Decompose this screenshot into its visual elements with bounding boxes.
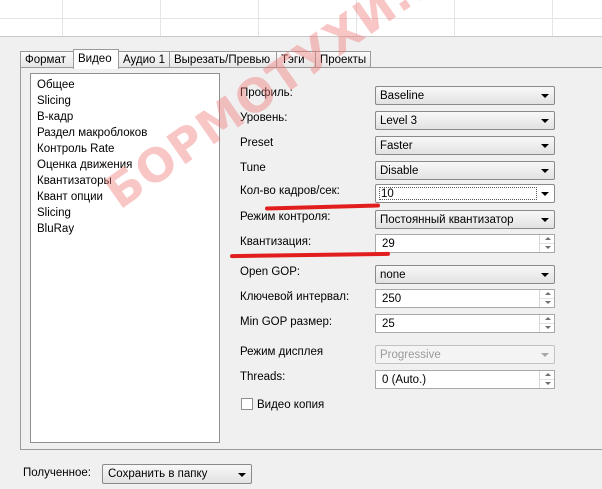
threads-label: Threads: — [240, 371, 286, 383]
display-mode-label: Режим дисплея — [240, 346, 324, 358]
keyframe-interval-spinner[interactable]: 250 — [375, 289, 555, 308]
keyframe-interval-label: Ключевой интервал: — [240, 291, 350, 303]
preset-select[interactable]: Faster — [375, 136, 555, 155]
open-gop-value: none — [380, 269, 406, 281]
min-gop-spinner[interactable]: 25 — [375, 314, 555, 333]
output-label: Полученное: — [23, 467, 91, 479]
open-gop-select[interactable]: none — [375, 265, 555, 284]
chevron-down-icon — [541, 273, 549, 277]
chevron-down-icon — [541, 192, 549, 196]
control-mode-label: Режим контроля: — [240, 211, 331, 223]
arrow-down-icon[interactable] — [545, 382, 551, 385]
spin-buttons[interactable] — [539, 235, 554, 252]
arrow-up-icon[interactable] — [545, 373, 551, 376]
threads-value: 0 (Auto.) — [382, 374, 427, 386]
output-value: Сохранить в папку — [108, 468, 208, 480]
chevron-down-icon — [541, 144, 549, 148]
list-item-bluray[interactable]: BluRay — [37, 221, 74, 237]
chevron-down-icon — [238, 473, 246, 477]
fps-value: 10 — [381, 188, 394, 200]
list-item-slicing[interactable]: Slicing — [37, 93, 71, 109]
arrow-up-icon[interactable] — [545, 292, 551, 295]
preset-value: Faster — [380, 140, 413, 152]
list-item-quant-options[interactable]: Квант опции — [37, 189, 103, 205]
tune-select[interactable]: Disable — [375, 161, 555, 180]
control-mode-select[interactable]: Постоянный квантизатор — [375, 210, 555, 229]
list-item-rate-control[interactable]: Контроль Rate — [37, 141, 114, 157]
level-select[interactable]: Level 3 — [375, 111, 555, 130]
chevron-down-icon — [541, 119, 549, 123]
quantization-label: Квантизация: — [240, 236, 312, 248]
tune-label: Tune — [240, 162, 266, 174]
threads-spinner[interactable]: 0 (Auto.) — [375, 370, 555, 389]
tab-format[interactable]: Формат — [20, 51, 74, 67]
arrow-up-icon[interactable] — [545, 317, 551, 320]
chevron-down-icon — [541, 353, 549, 357]
list-item-b-frame[interactable]: B-кадр — [37, 109, 73, 125]
profile-value: Baseline — [380, 90, 425, 102]
spin-buttons[interactable] — [539, 290, 554, 307]
display-mode-select: Progressive — [375, 345, 555, 364]
list-item-slicing-2[interactable]: Slicing — [37, 205, 71, 221]
arrow-down-icon[interactable] — [545, 326, 551, 329]
control-mode-value: Постоянный квантизатор — [380, 214, 514, 226]
min-gop-label: Min GOP размер: — [240, 316, 333, 328]
arrow-down-icon[interactable] — [545, 246, 551, 249]
spin-buttons[interactable] — [539, 371, 554, 388]
quantization-spinner[interactable]: 29 — [375, 234, 555, 253]
video-copy-checkbox[interactable] — [241, 398, 253, 410]
tab-audio-1[interactable]: Аудио 1 — [118, 51, 170, 67]
keyframe-interval-value: 250 — [382, 293, 402, 305]
arrow-down-icon[interactable] — [545, 301, 551, 304]
chevron-down-icon — [541, 169, 549, 173]
chevron-down-icon — [541, 218, 549, 222]
arrow-up-icon[interactable] — [545, 237, 551, 240]
fps-label: Кол-во кадров/сек: — [240, 185, 340, 197]
open-gop-label: Open GOP: — [240, 266, 301, 278]
level-value: Level 3 — [380, 115, 418, 127]
quantization-value: 29 — [382, 238, 395, 250]
preset-label: Preset — [240, 137, 274, 149]
tab-video[interactable]: Видео — [73, 49, 119, 69]
fps-edit-focus[interactable] — [379, 187, 537, 200]
min-gop-value: 25 — [382, 318, 395, 330]
profile-select[interactable]: Baseline — [375, 86, 555, 105]
list-item-general[interactable]: Общее — [37, 77, 75, 93]
tune-value: Disable — [380, 165, 419, 177]
video-copy-label[interactable]: Видео копия — [257, 398, 324, 412]
spin-buttons[interactable] — [539, 315, 554, 332]
display-mode-value: Progressive — [380, 349, 441, 361]
list-item-macroblock-partition[interactable]: Раздел макроблоков — [37, 125, 147, 141]
chevron-down-icon — [541, 94, 549, 98]
fps-combobox[interactable]: 10 — [375, 184, 555, 203]
output-select[interactable]: Сохранить в папку — [102, 464, 252, 484]
